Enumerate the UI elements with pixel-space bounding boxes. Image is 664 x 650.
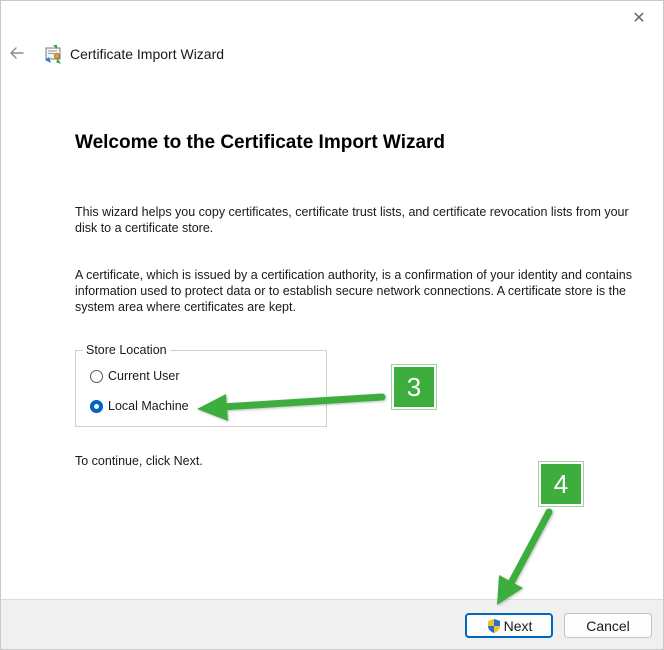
current-user-radio[interactable]: [90, 369, 103, 383]
wizard-footer: Next Cancel: [1, 599, 663, 649]
store-location-legend: Store Location: [83, 343, 170, 357]
back-arrow-icon[interactable]: [7, 43, 27, 63]
close-button[interactable]: ✕: [629, 9, 649, 29]
step-3-badge: 3: [392, 365, 436, 409]
cancel-button-label: Cancel: [586, 617, 630, 634]
window-title: Certificate Import Wizard: [70, 46, 225, 62]
next-button-label: Next: [503, 617, 533, 634]
page-heading: Welcome to the Certificate Import Wizard: [75, 132, 446, 153]
certificate-import-wizard-window: ✕ Certificate Import Wizard Welcome to t…: [0, 0, 664, 650]
certificate-description-paragraph: A certificate, which is issued by a cert…: [75, 268, 632, 314]
continue-instruction: To continue, click Next.: [75, 454, 203, 468]
current-user-option[interactable]: Current User: [90, 369, 180, 383]
intro-paragraph: This wizard helps you copy certificates,…: [75, 205, 629, 235]
local-machine-option[interactable]: Local Machine: [90, 399, 189, 413]
next-button[interactable]: Next: [465, 613, 553, 638]
current-user-label: Current User: [108, 369, 180, 383]
cancel-button[interactable]: Cancel: [564, 613, 652, 638]
step-4-badge: 4: [539, 462, 583, 506]
close-icon: ✕: [632, 10, 646, 27]
store-location-group: Store Location Current User Local Machin…: [75, 343, 327, 427]
certificate-wizard-icon: [45, 45, 61, 64]
uac-shield-icon: [487, 618, 500, 633]
local-machine-label: Local Machine: [108, 399, 189, 413]
title-bar: Certificate Import Wizard: [1, 39, 663, 71]
local-machine-radio[interactable]: [90, 399, 103, 413]
